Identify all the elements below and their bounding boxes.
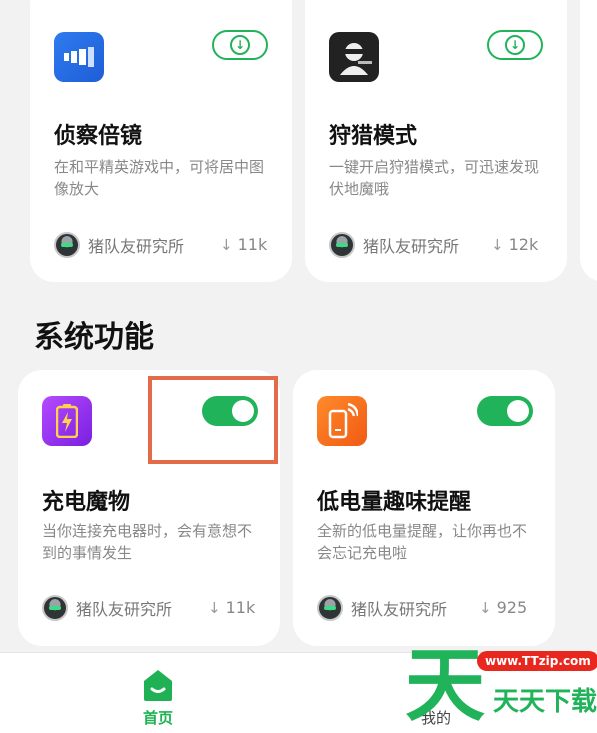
arrow-down-icon: ↓ <box>491 235 504 254</box>
plugin-description: 在和平精英游戏中，可将居中图像放大 <box>54 158 265 198</box>
nav-home[interactable]: 首页 <box>138 667 178 728</box>
plugin-description: 当你连接充电器时，会有意想不到的事情发生 <box>42 522 253 562</box>
watermark: 天 www.TTzip.com 天天下载 <box>405 641 597 733</box>
nav-home-label: 首页 <box>142 709 173 727</box>
avatar <box>317 595 343 621</box>
author-name: 猪队友研究所 <box>363 237 460 256</box>
avatar <box>42 595 68 621</box>
plugin-title: 低电量趣味提醒 <box>317 490 472 515</box>
download-button[interactable]: ↓ <box>212 30 268 60</box>
battery-charging-icon <box>42 396 92 446</box>
author-info[interactable]: 猪队友研究所 <box>42 595 172 621</box>
plugin-card-low-battery[interactable]: 低电量趣味提醒 全新的低电量提醒，让你再也不会忘记充电啦 猪队友研究所 ↓ 925 <box>293 370 555 646</box>
phone-signal-icon <box>317 396 367 446</box>
download-count: ↓ 11k <box>208 598 256 617</box>
avatar <box>54 232 80 258</box>
watermark-logo: 天 <box>405 639 485 732</box>
plugin-description: 一键开启狩猎模式，可迅速发现伏地魔哦 <box>329 158 540 198</box>
home-icon <box>138 667 178 703</box>
plugin-title: 充电魔物 <box>42 490 131 515</box>
toggle-switch[interactable] <box>477 396 533 426</box>
author-info[interactable]: 猪队友研究所 <box>317 595 447 621</box>
author-name: 猪队友研究所 <box>76 600 173 619</box>
plugin-title: 狩猎模式 <box>329 124 418 149</box>
author-info[interactable]: 猪队友研究所 <box>329 232 459 258</box>
avatar <box>329 232 355 258</box>
author-info[interactable]: 猪队友研究所 <box>54 232 184 258</box>
arrow-down-icon: ↓ <box>220 235 233 254</box>
download-count: ↓ 11k <box>220 235 268 254</box>
plugin-card-scope[interactable]: ↓ 侦察倍镜 在和平精英游戏中，可将居中图像放大 猪队友研究所 ↓ 11k <box>30 0 292 282</box>
author-name: 猪队友研究所 <box>351 600 448 619</box>
plugin-description: 全新的低电量提醒，让你再也不会忘记充电啦 <box>317 522 528 562</box>
download-count: ↓ 12k <box>491 235 539 254</box>
watermark-url: www.TTzip.com <box>477 651 597 671</box>
toggle-knob <box>507 400 529 422</box>
watermark-brand: 天天下载 <box>493 687 597 717</box>
hunter-icon <box>329 32 379 82</box>
author-name: 猪队友研究所 <box>88 237 185 256</box>
download-icon: ↓ <box>230 35 250 55</box>
scope-icon <box>54 32 104 82</box>
plugin-card-hunter[interactable]: ↓ 狩猎模式 一键开启狩猎模式，可迅速发现伏地魔哦 猪队友研究所 ↓ 12k <box>305 0 567 282</box>
highlight-box <box>148 376 278 464</box>
arrow-down-icon: ↓ <box>208 598 221 617</box>
download-count: ↓ 925 <box>479 598 528 617</box>
section-title: 系统功能 <box>34 320 154 355</box>
arrow-down-icon: ↓ <box>479 598 492 617</box>
download-button[interactable]: ↓ <box>487 30 543 60</box>
plugin-title: 侦察倍镜 <box>54 124 143 149</box>
download-icon: ↓ <box>505 35 525 55</box>
plugin-card-peek[interactable] <box>580 0 597 282</box>
